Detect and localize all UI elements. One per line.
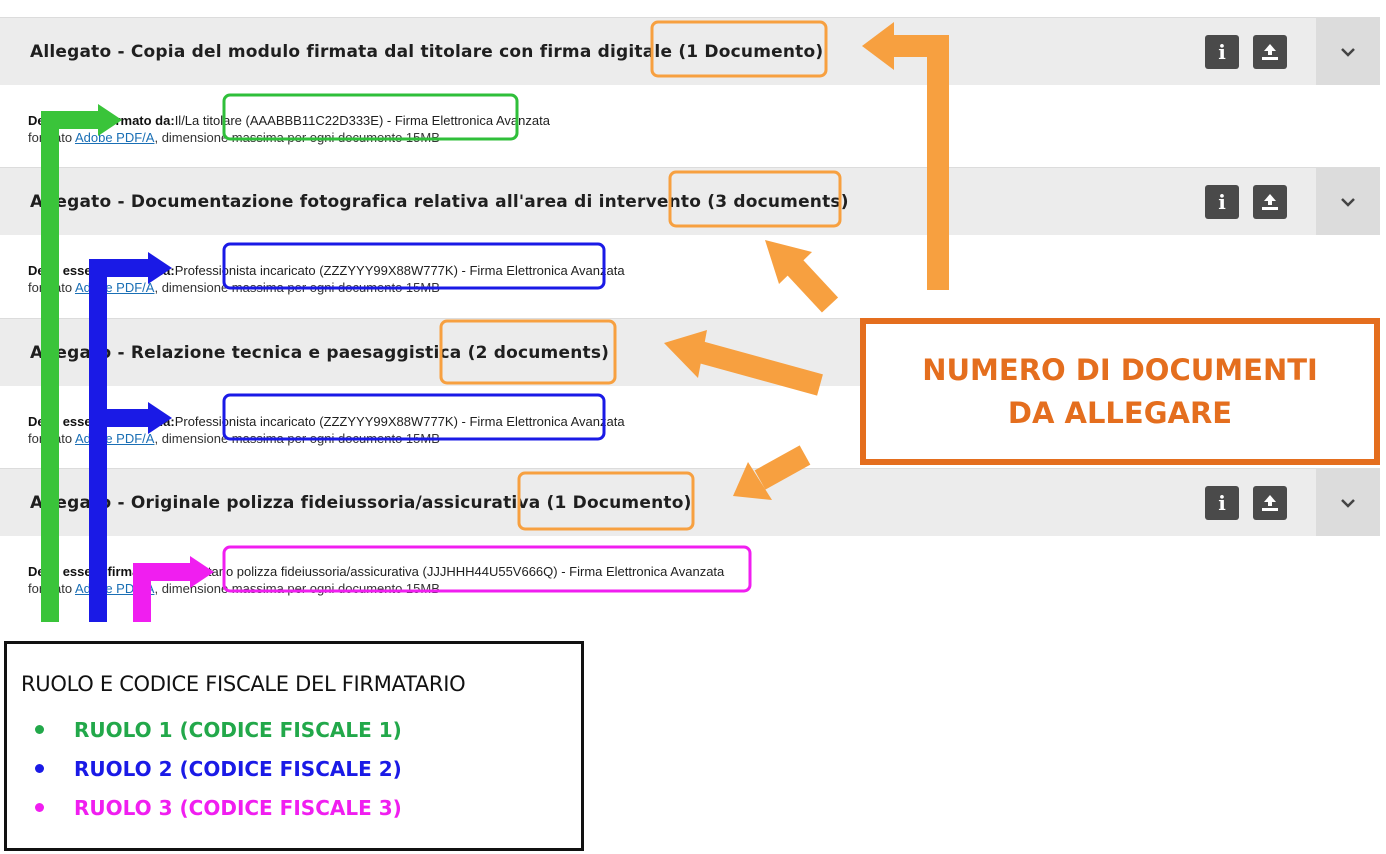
orange-arrow bbox=[781, 254, 839, 313]
signer-highlight-box bbox=[222, 242, 606, 290]
legend-item-role-3: RUOLO 3 (CODICE FISCALE 3) bbox=[35, 796, 402, 820]
count-highlight-box bbox=[439, 319, 617, 385]
orange-arrow bbox=[888, 35, 949, 290]
count-highlight-box bbox=[668, 170, 842, 228]
callout-line-2: DA ALLEGARE bbox=[1007, 395, 1233, 430]
bullet-dot bbox=[35, 725, 44, 734]
callout-line-1: NUMERO DI DOCUMENTI bbox=[922, 353, 1318, 388]
orange-arrow bbox=[754, 445, 811, 490]
count-highlight-box bbox=[517, 471, 695, 531]
bullet-dot bbox=[35, 764, 44, 773]
legend-title: RUOLO E CODICE FISCALE DEL FIRMATARIO bbox=[21, 672, 466, 696]
signer-highlight-box bbox=[222, 393, 606, 441]
signer-highlight-box bbox=[222, 93, 519, 141]
document-count-callout: NUMERO DI DOCUMENTI DA ALLEGARE bbox=[860, 318, 1380, 465]
blue-arrow-head bbox=[148, 252, 172, 284]
count-highlight-box bbox=[650, 20, 828, 78]
legend-item-role-2: RUOLO 2 (CODICE FISCALE 2) bbox=[35, 757, 402, 781]
signer-highlight-box bbox=[222, 545, 752, 593]
orange-arrow-head bbox=[664, 330, 707, 378]
orange-arrow-head bbox=[862, 22, 894, 70]
bullet-dot bbox=[35, 803, 44, 812]
orange-arrow bbox=[697, 341, 823, 396]
legend-item-role-1: RUOLO 1 (CODICE FISCALE 1) bbox=[35, 718, 402, 742]
blue-arrow-head bbox=[148, 402, 172, 434]
green-arrow-head bbox=[98, 104, 122, 136]
magenta-arrow-head bbox=[190, 556, 214, 588]
magenta-arrow bbox=[133, 563, 190, 622]
signer-legend: RUOLO E CODICE FISCALE DEL FIRMATARIO RU… bbox=[4, 641, 584, 851]
